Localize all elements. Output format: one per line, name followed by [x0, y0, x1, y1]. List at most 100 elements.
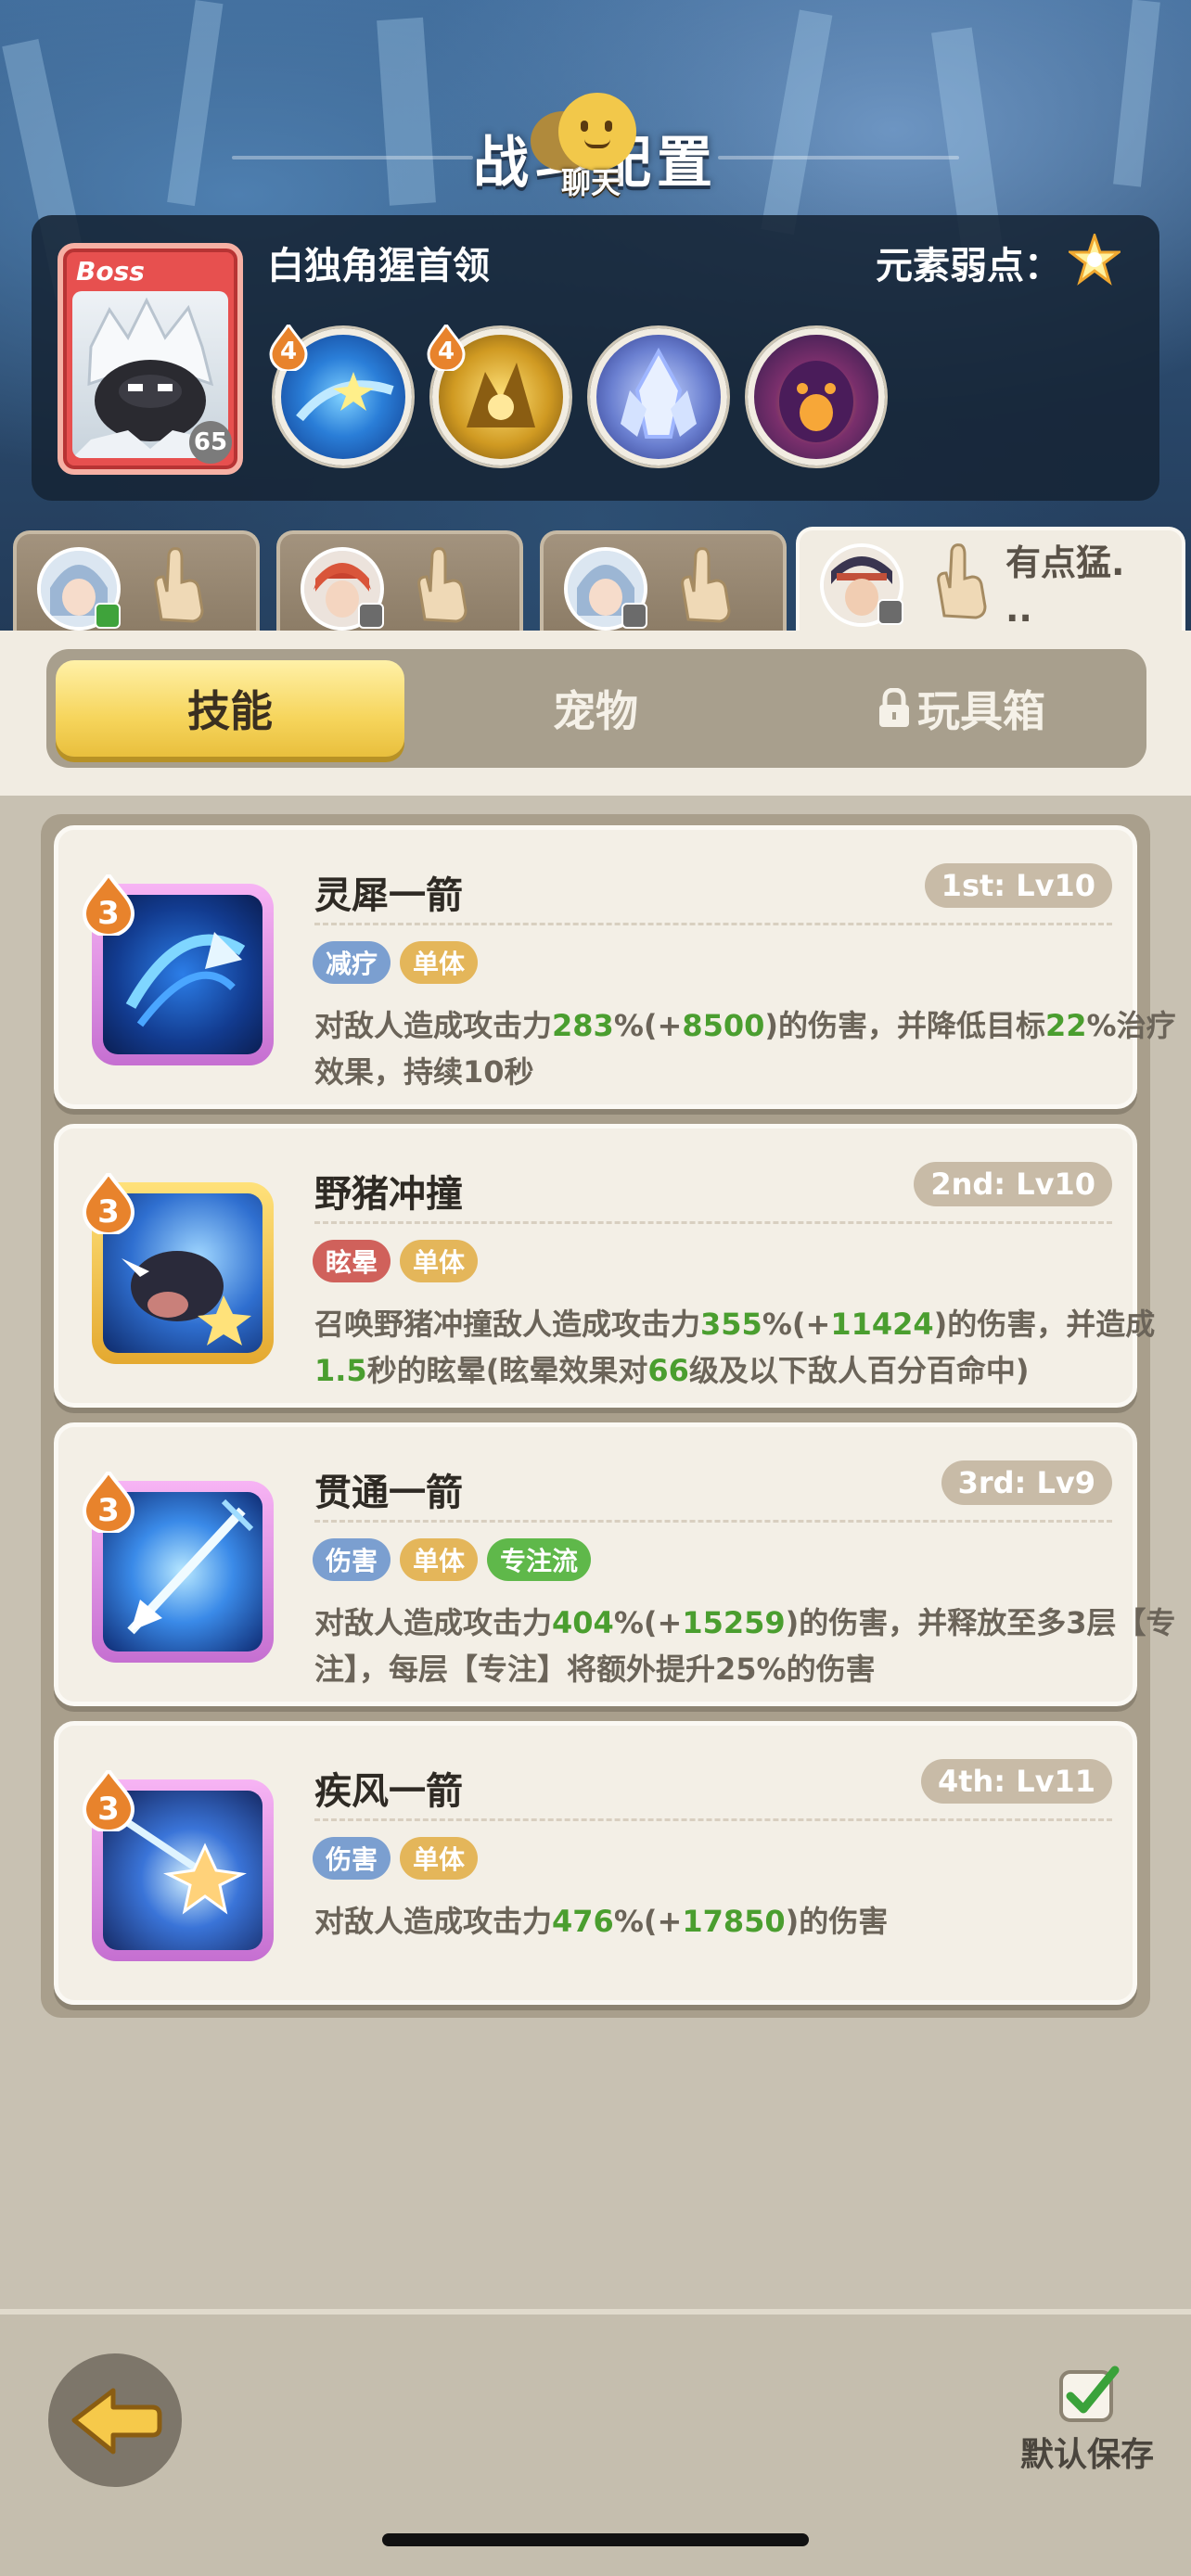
skill-level-badge: 1st: Lv10 [924, 863, 1112, 908]
skill-tag: 伤害 [313, 1837, 391, 1880]
boss-level-badge: 65 [189, 421, 232, 464]
highlight-value: 11424 [830, 1307, 934, 1342]
description-text: 召唤野猪冲撞敌人造成攻击力 [314, 1307, 701, 1342]
description-text: 对敌人造成攻击力 [314, 1605, 553, 1640]
chat-label: 聊天 [560, 165, 621, 200]
description-text: %(+ [613, 1605, 683, 1640]
boss-name: 白独角猩首领 [267, 245, 490, 287]
skill-tags: 伤害 单体 [313, 1837, 479, 1880]
hand-tap-icon [154, 547, 204, 623]
tier-badge-text: 3 [97, 1492, 120, 1529]
skill-tag: 单体 [400, 1240, 479, 1282]
lock-icon [879, 688, 909, 727]
boss-info-panel: Boss 65 白独角猩首领 元素弱点： 4 4 [32, 215, 1159, 501]
description-text: 对敌人造成攻击力 [314, 1904, 553, 1939]
tab-pets[interactable]: 宠物 [421, 660, 770, 757]
skill-tag: 单体 [400, 941, 479, 984]
skill-tag: 专注流 [487, 1538, 592, 1581]
tab-skills[interactable]: 技能 [56, 660, 404, 757]
skill-name: 贯通一箭 [314, 1472, 463, 1514]
divider [314, 1520, 1112, 1523]
description-text: 对敌人造成攻击力 [314, 1008, 553, 1043]
tier-badge-text: 3 [97, 1193, 120, 1231]
highlight-value: 355 [700, 1307, 762, 1342]
default-save-checkbox[interactable] [1059, 2365, 1121, 2422]
skill-card[interactable]: 3 野猪冲撞 2nd: Lv10 眩晕 单体 召唤野猪冲撞敌人造成攻击力355%… [54, 1124, 1155, 1408]
boss-portrait-card[interactable]: Boss 65 [58, 243, 243, 475]
skill-config-panel: 技能 宠物 玩具箱 3 灵犀一箭 1st: Lv10 减疗 单体 对敌人造成攻击… [0, 631, 1191, 2309]
hero-tab[interactable] [540, 530, 787, 632]
title-decor-right [718, 156, 959, 159]
skill-card[interactable]: 3 灵犀一箭 1st: Lv10 减疗 单体 对敌人造成攻击力283%(+850… [54, 825, 1176, 1109]
chat-button[interactable]: 聊天 [531, 93, 651, 200]
description-text: 级及以下敌人百分百命中) [688, 1353, 1030, 1388]
skill-description: 对敌人造成攻击力283%(+8500)的伤害，并降低目标22%治疗效果，持续10… [314, 1002, 1177, 1095]
checkmark-icon [1059, 2366, 1120, 2422]
tier-badge-text: 3 [97, 895, 120, 932]
hero-name: 有点猛. .. [1005, 542, 1125, 630]
skill-list: 3 灵犀一箭 1st: Lv10 减疗 单体 对敌人造成攻击力283%(+850… [41, 814, 1176, 2018]
element-weakness-label: 元素弱点： [876, 245, 1061, 287]
skill-card[interactable]: 3 贯通一箭 3rd: Lv9 伤害 单体 专注流 对敌人造成攻击力404%(+… [54, 1422, 1176, 1706]
highlight-value: 283 [552, 1008, 614, 1043]
skill-tags: 眩晕 单体 [313, 1240, 479, 1282]
title-decor-left [232, 156, 473, 159]
skill-name: 野猪冲撞 [314, 1173, 463, 1216]
hero-status-badge [358, 603, 384, 629]
skill-tags: 减疗 单体 [313, 941, 479, 984]
hero-status-badge [95, 603, 121, 629]
skill-tag: 眩晕 [313, 1240, 391, 1282]
hero-status-badge [877, 599, 903, 625]
hero-tab[interactable] [13, 530, 260, 632]
highlight-value: 404 [552, 1605, 614, 1640]
category-tabs: 技能 宠物 玩具箱 [46, 649, 1146, 768]
skill-tag: 减疗 [313, 941, 391, 984]
tab-toybox[interactable]: 玩具箱 [787, 660, 1135, 757]
tab-toybox-label: 玩具箱 [917, 686, 1045, 736]
orb-badge-text: 4 [437, 338, 455, 365]
skill-level-badge: 4th: Lv11 [920, 1759, 1112, 1804]
divider [314, 1221, 1112, 1224]
description-text: %(+ [762, 1307, 831, 1342]
skill-tags: 伤害 单体 专注流 [313, 1538, 592, 1581]
light-star-icon [1069, 234, 1121, 286]
description-text: )的伤害，并降低目标 [764, 1008, 1046, 1043]
skill-description: 对敌人造成攻击力404%(+15259)的伤害，并释放至多3层【专注】，每层【专… [314, 1600, 1177, 1692]
tier-badge-text: 3 [97, 1791, 120, 1828]
highlight-value: 17850 [682, 1904, 786, 1939]
back-arrow-icon [71, 2388, 162, 2455]
back-button[interactable] [48, 2353, 182, 2487]
highlight-value: 22 [1045, 1008, 1087, 1043]
skill-card[interactable]: 3 疾风一箭 4th: Lv11 伤害 单体 对敌人造成攻击力476%(+178… [54, 1721, 1137, 2005]
hero-tab-active[interactable]: 有点猛. .. [796, 527, 1185, 634]
skill-level-badge: 3rd: Lv9 [941, 1460, 1112, 1505]
skill-name: 疾风一箭 [314, 1770, 463, 1813]
skill-tag: 伤害 [313, 1538, 391, 1581]
hand-tap-icon [417, 547, 467, 623]
orb-badge-text: 4 [279, 338, 298, 365]
skill-tag: 单体 [400, 1837, 479, 1880]
hand-tap-icon [681, 547, 731, 623]
home-indicator[interactable] [382, 2533, 809, 2546]
skill-description: 对敌人造成攻击力476%(+17850)的伤害 [314, 1898, 1177, 1945]
description-text: %(+ [613, 1904, 683, 1939]
ice-crystal-icon[interactable] [590, 328, 727, 465]
skill-description: 召唤野猪冲撞敌人造成攻击力355%(+11424)的伤害，并造成 1.5秒的眩晕(… [314, 1301, 1177, 1394]
tab-skills-label: 技能 [187, 686, 273, 736]
hand-tap-icon [937, 543, 987, 619]
description-text: %(+ [613, 1008, 683, 1043]
description-text: )的伤害 [785, 1904, 889, 1939]
hero-tab[interactable] [276, 530, 523, 632]
skill-level-badge: 2nd: Lv10 [914, 1162, 1112, 1206]
default-save-label: 默认保存 [1020, 2436, 1155, 2474]
description-text: 秒的眩晕(眩晕效果对 [366, 1353, 648, 1388]
divider [314, 923, 1112, 925]
dark-face-icon[interactable] [748, 328, 885, 465]
highlight-value: 15259 [682, 1605, 786, 1640]
description-text: )的伤害，并造成 [933, 1307, 1156, 1342]
highlight-value: 476 [552, 1904, 614, 1939]
divider [314, 1818, 1112, 1821]
boss-tag: Boss [76, 256, 145, 287]
hero-status-badge [621, 603, 647, 629]
skill-tag: 单体 [400, 1538, 479, 1581]
